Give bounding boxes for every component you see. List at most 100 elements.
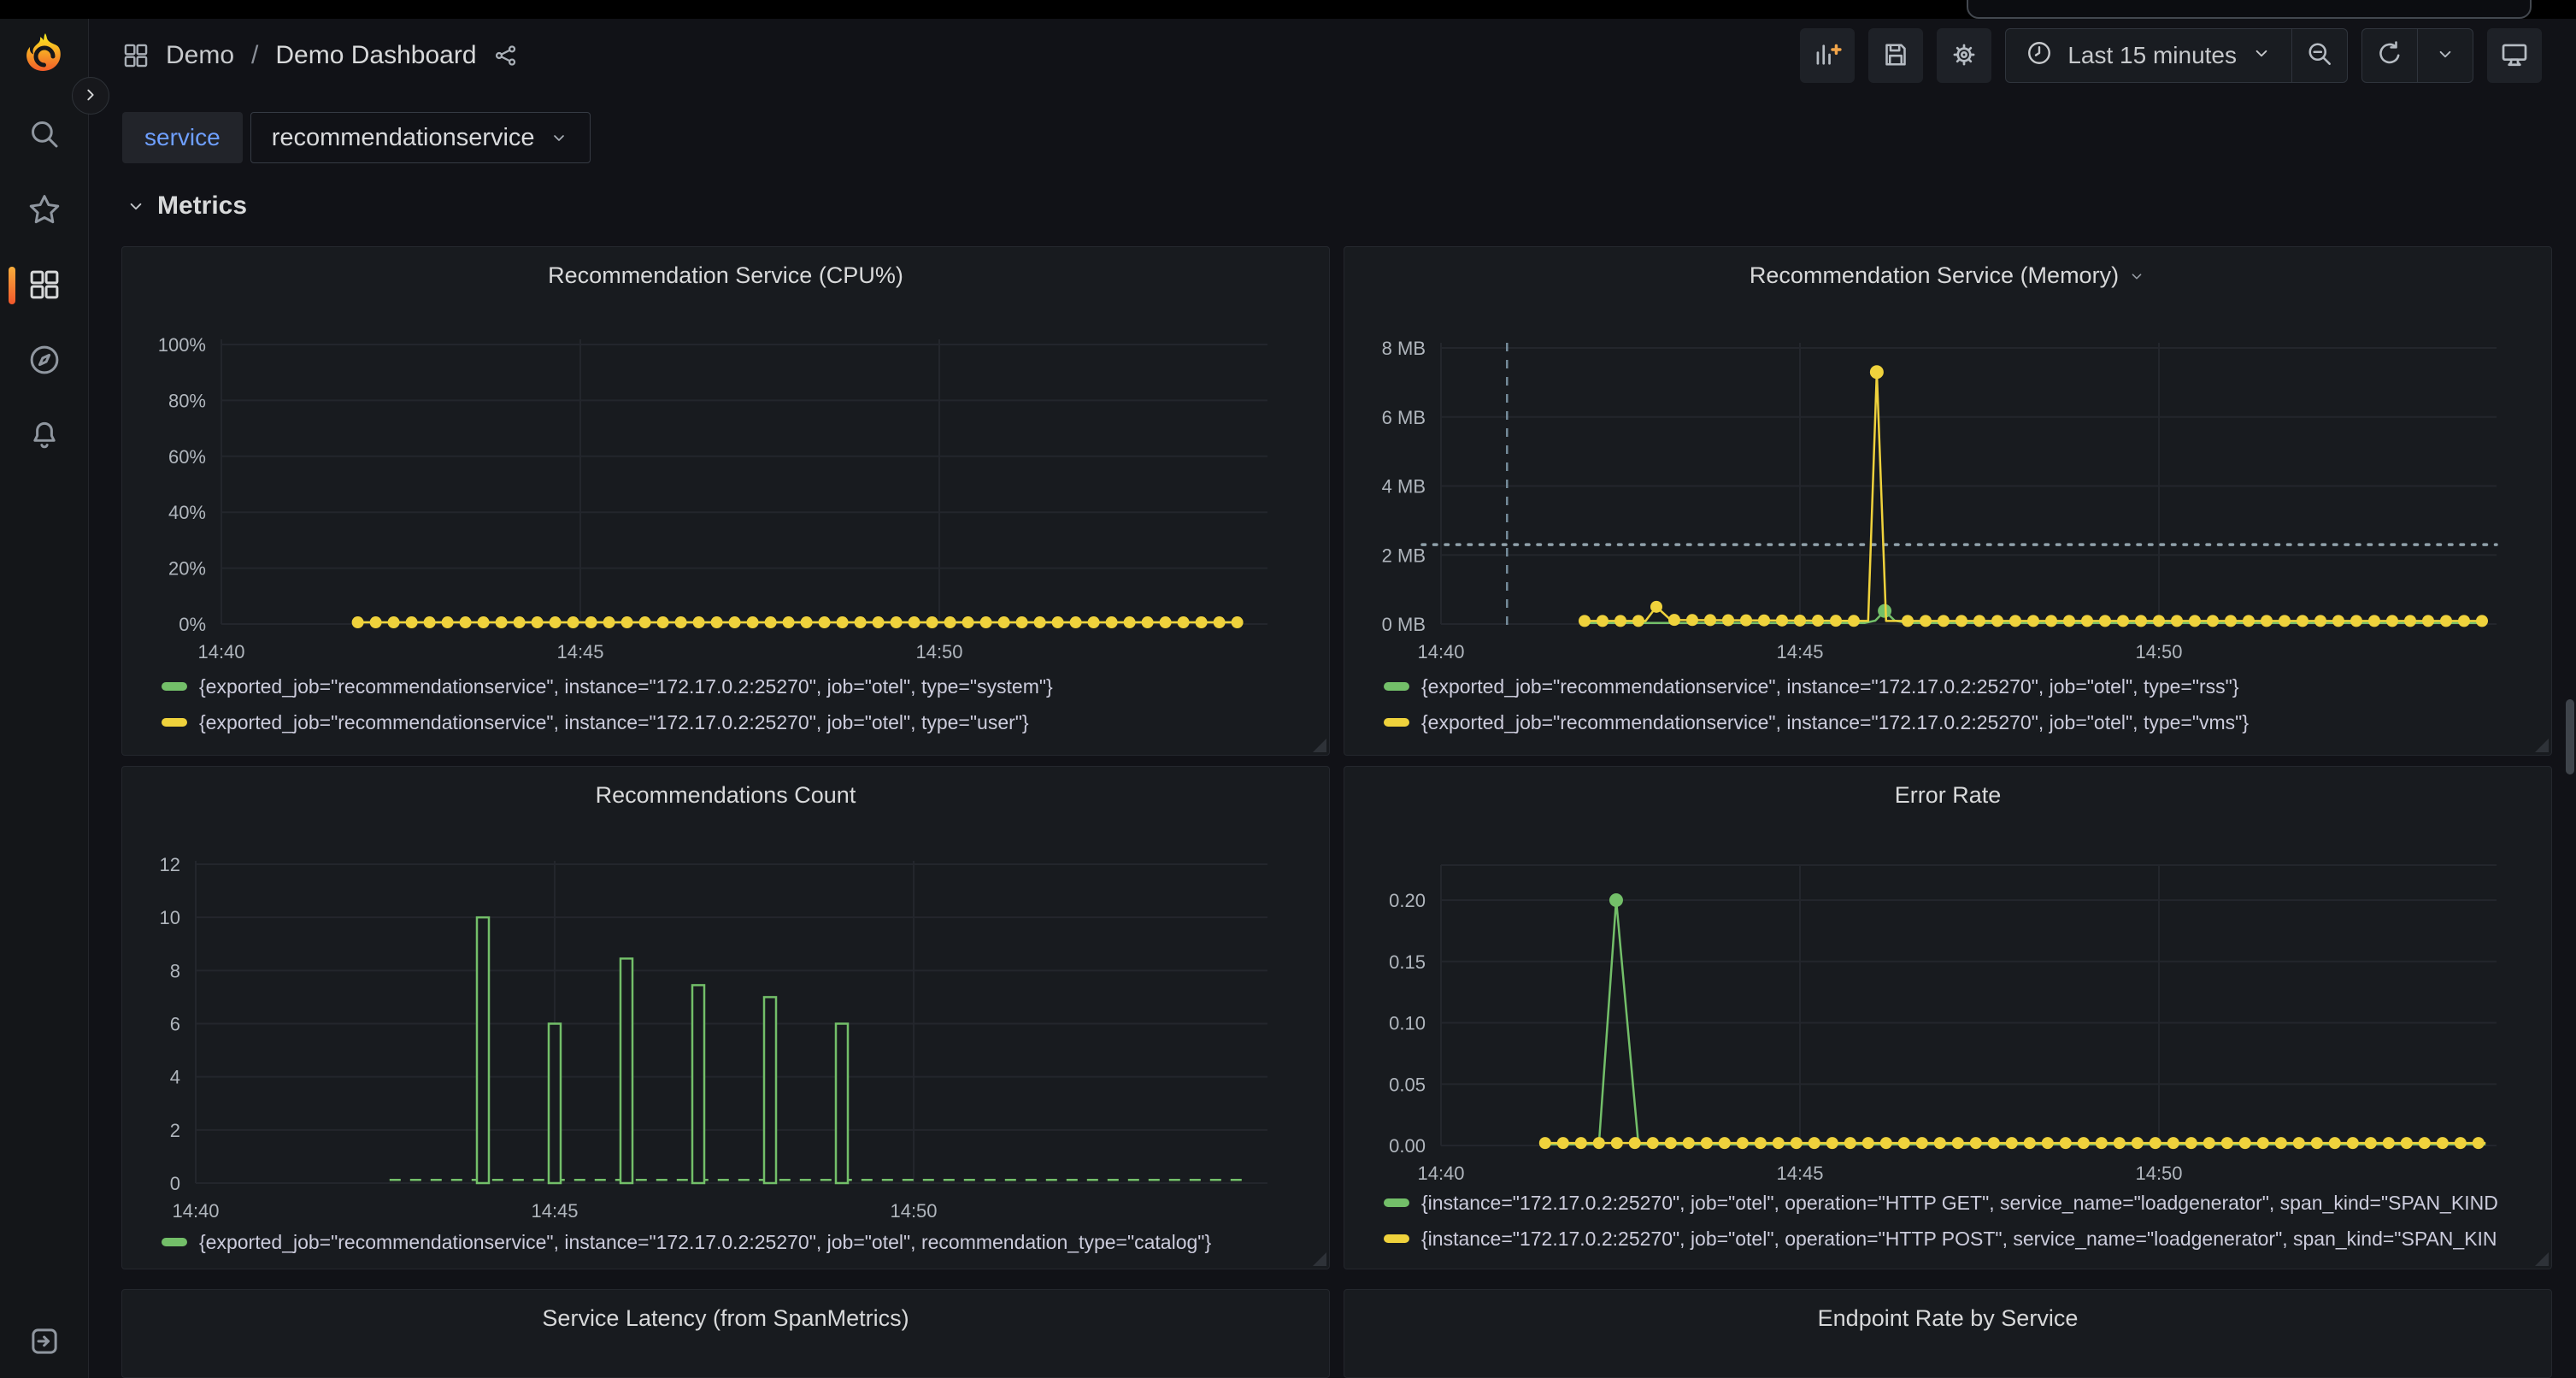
- clock-icon: [2025, 38, 2054, 74]
- svg-text:20%: 20%: [168, 558, 206, 580]
- sidebar-item-search[interactable]: [0, 111, 89, 159]
- panel-title-endpoint[interactable]: Endpoint Rate by Service: [1344, 1305, 2551, 1332]
- zoom-out-icon: [2304, 38, 2335, 74]
- variable-value: recommendationservice: [272, 124, 535, 152]
- legend-swatch-icon: [162, 1238, 187, 1246]
- search-icon: [26, 116, 62, 155]
- legend-label: {instance="172.17.0.2:25270", job="otel"…: [1421, 1192, 2498, 1215]
- sidebar-item-dashboards[interactable]: [0, 262, 89, 309]
- svg-text:14:45: 14:45: [1776, 641, 1823, 662]
- legend-item[interactable]: {exported_job="recommendationservice", i…: [162, 709, 1312, 736]
- chevron-right-icon: [79, 84, 102, 109]
- share-icon[interactable]: [492, 42, 520, 69]
- sidebar-expand-button[interactable]: [72, 77, 109, 115]
- scrollbar-thumb[interactable]: [2566, 699, 2574, 774]
- legend-label: {exported_job="recommendationservice", i…: [199, 711, 1029, 734]
- monitor-icon: [2498, 38, 2531, 74]
- svg-text:8 MB: 8 MB: [1382, 338, 1426, 359]
- star-icon: [26, 191, 62, 230]
- svg-text:14:45: 14:45: [556, 641, 603, 662]
- svg-text:0 MB: 0 MB: [1382, 614, 1426, 635]
- panel-resize-handle[interactable]: [2535, 1252, 2549, 1266]
- legend-label: {exported_job="recommendationservice", i…: [199, 1231, 1211, 1254]
- svg-text:0%: 0%: [179, 614, 206, 635]
- legend-label: {exported_job="recommendationservice", i…: [1421, 711, 2249, 734]
- panel-memory: Recommendation Service (Memory)0 MB2 MB4…: [1344, 246, 2552, 756]
- svg-text:0.10: 0.10: [1389, 1013, 1426, 1034]
- kiosk-mode-button[interactable]: [2487, 28, 2542, 83]
- legend-item[interactable]: {exported_job="recommendationservice", i…: [162, 673, 1312, 700]
- legend-swatch-icon: [1384, 1198, 1409, 1207]
- svg-text:0.05: 0.05: [1389, 1074, 1426, 1095]
- sidebar: [0, 0, 89, 1378]
- svg-text:2: 2: [170, 1120, 180, 1141]
- svg-text:6 MB: 6 MB: [1382, 407, 1426, 428]
- bell-icon: [26, 417, 62, 456]
- svg-text:14:40: 14:40: [172, 1200, 219, 1222]
- svg-text:0.00: 0.00: [1389, 1135, 1426, 1157]
- dashboard-settings-button[interactable]: [1937, 28, 1991, 83]
- grafana-logo-icon[interactable]: [21, 31, 68, 79]
- toolbar: Last 15 minutes: [1800, 28, 2542, 83]
- svg-text:8: 8: [170, 960, 180, 981]
- refresh-icon: [2374, 38, 2405, 74]
- refresh-interval-dropdown[interactable]: [2418, 29, 2473, 82]
- panel-title-text: Service Latency (from SpanMetrics): [542, 1305, 909, 1332]
- apps-icon: [26, 267, 62, 305]
- panel-title-latency[interactable]: Service Latency (from SpanMetrics): [122, 1305, 1329, 1332]
- legend-label: {exported_job="recommendationservice", i…: [199, 675, 1053, 698]
- svg-text:14:50: 14:50: [915, 641, 962, 662]
- time-range-picker[interactable]: Last 15 minutes: [2006, 29, 2291, 82]
- breadcrumb-section[interactable]: Demo: [166, 41, 234, 70]
- legend-swatch-icon: [1384, 718, 1409, 727]
- legend-item[interactable]: {exported_job="recommendationservice", i…: [1384, 673, 2534, 700]
- breadcrumb-separator: /: [251, 41, 258, 70]
- panel-error: Error Rate0.000.050.100.150.2014:4014:45…: [1344, 766, 2552, 1269]
- panel-resize-handle[interactable]: [2535, 739, 2549, 752]
- legend-item[interactable]: {exported_job="recommendationservice", i…: [1384, 709, 2534, 736]
- apps-icon: [121, 41, 150, 70]
- active-indicator: [9, 267, 15, 304]
- save-dashboard-button[interactable]: [1868, 28, 1923, 83]
- panel-reccount: Recommendations Count02468101214:4014:45…: [121, 766, 1330, 1269]
- legend-item[interactable]: {exported_job="recommendationservice", i…: [162, 1228, 1312, 1256]
- sidebar-item-explore[interactable]: [0, 337, 89, 385]
- svg-text:14:40: 14:40: [1417, 641, 1464, 662]
- legend-swatch-icon: [1384, 1234, 1409, 1243]
- grafana-dashboard: Demo / Demo Dashboard Last 15 minutes: [0, 0, 2576, 1378]
- refresh-button[interactable]: [2362, 29, 2417, 82]
- chart-reccount[interactable]: 02468101214:4014:4514:50: [122, 767, 1331, 1270]
- svg-text:0: 0: [170, 1173, 180, 1194]
- panel-resize-handle[interactable]: [1313, 1252, 1326, 1266]
- time-zoom-out-button[interactable]: [2292, 29, 2347, 82]
- svg-text:100%: 100%: [158, 334, 206, 356]
- legend-swatch-icon: [1384, 682, 1409, 691]
- variable-value-dropdown[interactable]: recommendationservice: [250, 112, 591, 163]
- svg-text:0.20: 0.20: [1389, 890, 1426, 911]
- time-range-label: Last 15 minutes: [2067, 42, 2237, 69]
- add-panel-button[interactable]: [1800, 28, 1855, 83]
- svg-text:14:45: 14:45: [1776, 1163, 1823, 1184]
- svg-text:14:50: 14:50: [2135, 1163, 2182, 1184]
- row-metrics[interactable]: Metrics: [125, 191, 247, 221]
- panel-title-text: Endpoint Rate by Service: [1818, 1305, 2079, 1332]
- chevron-down-icon: [2434, 43, 2456, 69]
- row-title: Metrics: [157, 191, 247, 221]
- panel-resize-handle[interactable]: [1313, 739, 1326, 752]
- panel-endpoint: Endpoint Rate by Service: [1344, 1289, 2552, 1378]
- legend-item[interactable]: {instance="172.17.0.2:25270", job="otel"…: [1384, 1189, 2534, 1216]
- variable-label[interactable]: service: [122, 112, 243, 163]
- sidebar-item-sign-in[interactable]: [0, 1318, 89, 1366]
- svg-text:6: 6: [170, 1014, 180, 1035]
- svg-text:14:40: 14:40: [1417, 1163, 1464, 1184]
- legend-label: {instance="172.17.0.2:25270", job="otel"…: [1421, 1228, 2497, 1251]
- browser-artifact: [1967, 0, 2532, 19]
- svg-text:80%: 80%: [168, 390, 206, 411]
- svg-text:14:50: 14:50: [890, 1200, 937, 1222]
- legend-item[interactable]: {instance="172.17.0.2:25270", job="otel"…: [1384, 1225, 2534, 1252]
- legend-label: {exported_job="recommendationservice", i…: [1421, 675, 2239, 698]
- time-picker-group: Last 15 minutes: [2005, 28, 2348, 83]
- sidebar-item-alerting[interactable]: [0, 412, 89, 460]
- sidebar-item-starred[interactable]: [0, 186, 89, 234]
- svg-text:14:45: 14:45: [531, 1200, 578, 1222]
